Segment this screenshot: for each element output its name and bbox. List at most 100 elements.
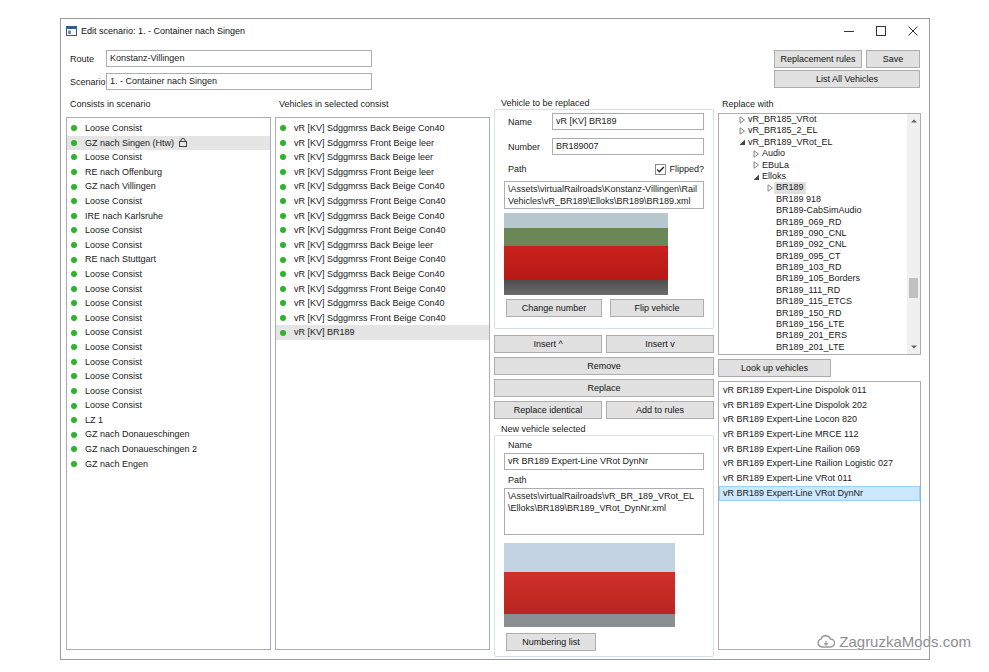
tree-item[interactable]: Audio (719, 148, 907, 159)
consist-item[interactable]: Loose Consist (67, 296, 270, 311)
consist-item[interactable]: Loose Consist (67, 121, 270, 136)
consist-item[interactable]: Loose Consist (67, 223, 270, 238)
tree-item[interactable]: BR189_105_Borders (719, 273, 907, 284)
consist-item[interactable]: Loose Consist (67, 150, 270, 165)
expander[interactable] (752, 150, 762, 158)
tree-item[interactable]: BR189_090_CNL (719, 228, 907, 239)
remove-button[interactable]: Remove (494, 357, 714, 375)
tree-item[interactable]: BR189_111_RD (719, 285, 907, 296)
expander[interactable] (752, 161, 762, 169)
vehicle-item[interactable]: vR [KV] Sdggmrss Front Beige Con40 (276, 282, 489, 297)
minimize-button[interactable] (833, 19, 865, 42)
tree-item[interactable]: vR_BR185_VRot (719, 114, 907, 125)
consist-item[interactable]: Loose Consist (67, 194, 270, 209)
tree-item[interactable]: BR189_095_CT (719, 251, 907, 262)
vehicle-item[interactable]: vR [KV] Sdggmrss Back Beige leer (276, 150, 489, 165)
result-item[interactable]: vR BR189 Expert-Line Locon 820 (719, 412, 920, 427)
insert-up-button[interactable]: Insert ^ (494, 335, 602, 353)
consist-item[interactable]: GZ nach Donaueschingen 2 (67, 442, 270, 457)
vehicle-item[interactable]: vR [KV] Sdggmrss Back Beige Con40 (276, 179, 489, 194)
tree-item[interactable]: vR_BR189_VRot_EL (719, 137, 907, 148)
tree-item[interactable]: BR189_201_LTE (719, 342, 907, 353)
close-button[interactable] (897, 19, 929, 42)
vehicle-item[interactable]: vR [KV] Sdggmrss Back Beige Con40 (276, 121, 489, 136)
tree-item[interactable]: BR189 918 (719, 194, 907, 205)
text-field[interactable]: 1. - Container nach Singen (106, 73, 372, 90)
tree-item[interactable]: vR_BR185_2_EL (719, 125, 907, 136)
vehicle-button[interactable]: Change number (506, 299, 602, 317)
vehicle-item[interactable]: vR [KV] Sdggmrss Front Beige Con40 (276, 252, 489, 267)
consist-item[interactable]: Loose Consist (67, 238, 270, 253)
vehicle-button[interactable]: Flip vehicle (610, 299, 704, 317)
tree-item[interactable]: BR189_103_RD (719, 262, 907, 273)
tree-item[interactable]: BR189_069_RD (719, 217, 907, 228)
vehicle-item[interactable]: vR [KV] Sdggmrss Front Beige Con40 (276, 194, 489, 209)
look-up-button[interactable]: Look up vehicles (718, 359, 831, 377)
name-field[interactable]: vR BR189 Expert-Line VRot DynNr (504, 453, 704, 470)
result-item[interactable]: vR BR189 Expert-Line Dispolok 202 (719, 398, 920, 413)
tree-item[interactable]: EBuLa (719, 160, 907, 171)
result-item[interactable]: vR BR189 Expert-Line MRCE 112 (719, 427, 920, 442)
vehicle-item[interactable]: vR [KV] Sdggmrss Front Beige Con40 (276, 311, 489, 326)
scroll-thumb[interactable] (909, 278, 918, 298)
number-field[interactable]: BR189007 (552, 138, 704, 155)
vehicle-item[interactable]: vR [KV] Sdggmrss Front Beige Con40 (276, 223, 489, 238)
result-item[interactable]: vR BR189 Expert-Line VRot 011 (719, 471, 920, 486)
vehicle-item[interactable]: vR [KV] Sdggmrss Front Beige leer (276, 136, 489, 151)
text-field[interactable]: Konstanz-Villingen (106, 50, 372, 67)
consist-item[interactable]: GZ nach Singen (Htw) (67, 136, 270, 151)
consist-item[interactable]: GZ nach Villingen (67, 179, 270, 194)
path-field[interactable]: \Assets\virtualRailroads\Konstanz-Villin… (504, 181, 704, 209)
consist-item[interactable]: RE nach Offenburg (67, 165, 270, 180)
insert-down-button[interactable]: Insert v (606, 335, 714, 353)
tree-item[interactable]: BR189_201_ERS (719, 330, 907, 341)
vehicle-item[interactable]: vR [KV] BR189 (276, 325, 489, 340)
scrollbar[interactable] (907, 114, 920, 354)
expander[interactable] (738, 127, 748, 135)
numbering-list-button[interactable]: Numbering list (506, 633, 596, 651)
vehicle-item[interactable]: vR [KV] Sdggmrss Back Beige leer (276, 238, 489, 253)
maximize-button[interactable] (865, 19, 897, 42)
consist-item[interactable]: GZ nach Engen (67, 457, 270, 472)
consist-item[interactable]: Loose Consist (67, 311, 270, 326)
consist-item[interactable]: LZ 1 (67, 413, 270, 428)
consist-item[interactable]: Loose Consist (67, 355, 270, 370)
tree-item[interactable]: BR189_115_ETCS (719, 296, 907, 307)
replace-button[interactable]: Replace (494, 379, 714, 397)
scroll-up-icon[interactable] (908, 115, 920, 127)
tree-item[interactable]: BR189_092_CNL (719, 239, 907, 250)
path-field[interactable]: \Assets\virtualRailroads\vR_BR_189_VRot_… (504, 488, 704, 535)
expander[interactable] (752, 173, 762, 181)
scroll-down-icon[interactable] (908, 341, 920, 353)
flipped-checkbox[interactable]: Flipped? (655, 164, 704, 175)
consist-item[interactable]: Loose Consist (67, 340, 270, 355)
replace-identical-button[interactable]: Replace identical (494, 401, 602, 419)
consist-item[interactable]: GZ nach Donaueschingen (67, 427, 270, 442)
result-item[interactable]: vR BR189 Expert-Line VRot DynNr (719, 486, 920, 501)
result-item[interactable]: vR BR189 Expert-Line Railion 069 (719, 442, 920, 457)
consist-item[interactable]: Loose Consist (67, 282, 270, 297)
consist-item[interactable]: Loose Consist (67, 398, 270, 413)
consist-item[interactable]: RE nach Stuttgart (67, 252, 270, 267)
tree-item[interactable]: BR189_156_LTE (719, 319, 907, 330)
name-field[interactable]: vR [KV] BR189 (552, 113, 704, 130)
vehicle-item[interactable]: vR [KV] Sdggmrss Back Beige Con40 (276, 267, 489, 282)
vehicle-item[interactable]: vR [KV] Sdggmrss Front Beige leer (276, 165, 489, 180)
top-button[interactable]: Save (866, 50, 920, 68)
consist-item[interactable]: Loose Consist (67, 369, 270, 384)
vehicle-item[interactable]: vR [KV] Sdggmrss Back Beige Con40 (276, 209, 489, 224)
add-to-rules-button[interactable]: Add to rules (606, 401, 714, 419)
result-item[interactable]: vR BR189 Expert-Line Dispolok 011 (719, 383, 920, 398)
top-button[interactable]: Replacement rules (774, 50, 862, 68)
vehicle-item[interactable]: vR [KV] Sdggmrss Back Beige Con40 (276, 296, 489, 311)
tree-item[interactable]: Elloks (719, 171, 907, 182)
consist-item[interactable]: Loose Consist (67, 325, 270, 340)
list-all-button[interactable]: List All Vehicles (774, 70, 920, 88)
result-item[interactable]: vR BR189 Expert-Line Railion Logistic 02… (719, 456, 920, 471)
tree-item[interactable]: BR189 (719, 182, 907, 193)
tree-item[interactable]: BR189-CabSimAudio (719, 205, 907, 216)
expander[interactable] (738, 116, 748, 124)
consist-item[interactable]: Loose Consist (67, 384, 270, 399)
consist-item[interactable]: IRE nach Karlsruhe (67, 209, 270, 224)
tree-item[interactable]: BR189_150_RD (719, 308, 907, 319)
